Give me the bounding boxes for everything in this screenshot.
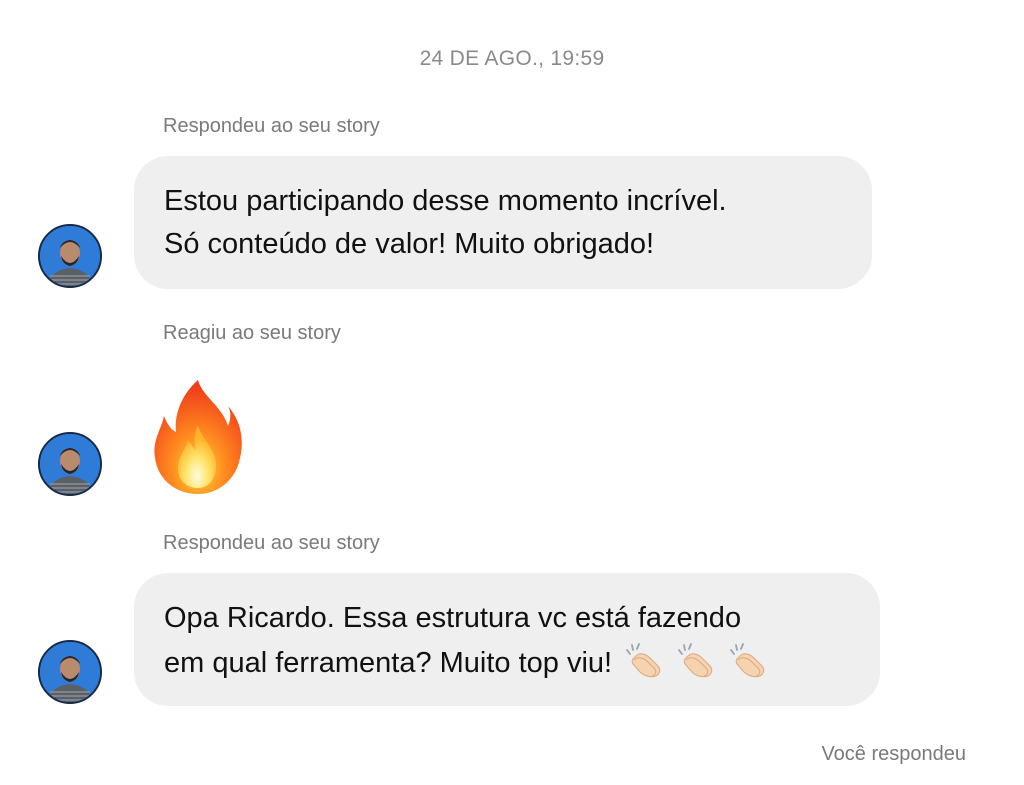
avatar[interactable] bbox=[38, 224, 102, 288]
you-replied-caption: Você respondeu bbox=[821, 743, 966, 765]
message-text-line: Estou participando desse momento incríve… bbox=[164, 185, 727, 217]
conversation-timestamp: 24 DE AGO., 19:59 bbox=[419, 47, 605, 70]
message-bubble[interactable]: Estou participando desse momento incríve… bbox=[134, 156, 872, 289]
story-reply-caption: Respondeu ao seu story bbox=[163, 115, 380, 137]
avatar[interactable] bbox=[38, 640, 102, 704]
clapping-hands-emoji-icon bbox=[728, 640, 768, 680]
clapping-hands-emoji-icon bbox=[676, 640, 716, 680]
message-text-line: em qual ferramenta? Muito top viu! bbox=[164, 647, 613, 679]
message-text-line: Só conteúdo de valor! Muito obrigado! bbox=[164, 228, 655, 260]
clapping-hands-emoji-icon bbox=[624, 640, 664, 680]
message-text-line: Opa Ricardo. Essa estrutura vc está faze… bbox=[164, 602, 742, 634]
story-reply-caption: Respondeu ao seu story bbox=[163, 532, 380, 554]
message-bubble[interactable]: Opa Ricardo. Essa estrutura vc está faze… bbox=[134, 573, 880, 706]
avatar[interactable] bbox=[38, 432, 102, 496]
story-reaction-caption: Reagiu ao seu story bbox=[163, 322, 341, 344]
fire-emoji-icon[interactable] bbox=[150, 376, 246, 498]
